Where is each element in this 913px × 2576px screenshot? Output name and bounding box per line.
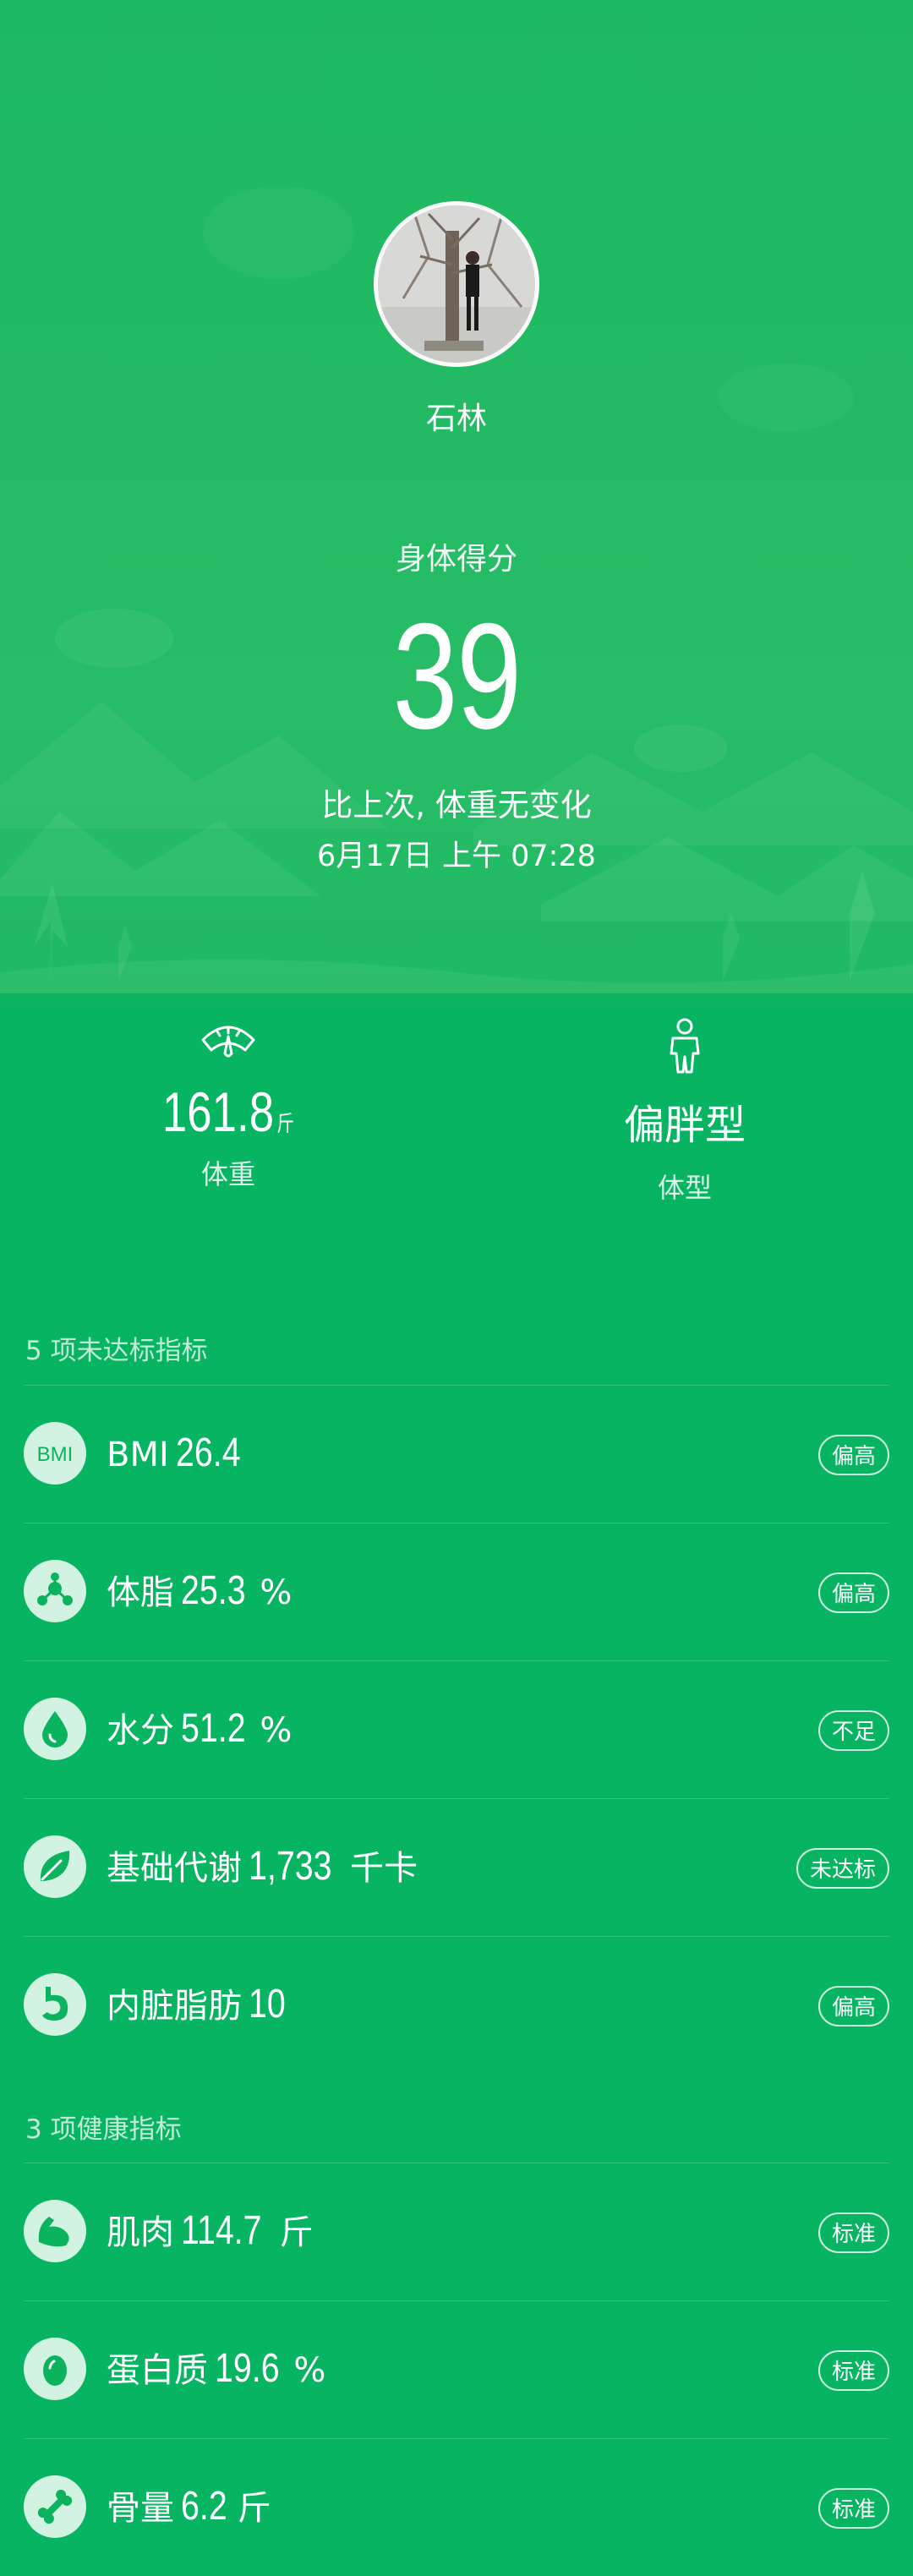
avatar[interactable] (374, 201, 539, 367)
unmet-section-title: 5 项未达标指标 (25, 1336, 208, 1366)
metric-row-protein[interactable]: 蛋白质 19.6% 标准 (24, 2300, 889, 2438)
status-badge: 未达标 (795, 1848, 889, 1889)
status-badge: 不足 (817, 1710, 889, 1751)
leaf-icon (40, 1851, 70, 1881)
metric-name: 蛋白质 (107, 2351, 208, 2390)
metric-name: 水分 (107, 1711, 174, 1750)
metric-value: 26.4 (175, 1430, 241, 1475)
bone-icon (37, 2489, 73, 2524)
metric-name: BMI (107, 1436, 169, 1474)
weight-unit: 斤 (276, 1111, 295, 1136)
metric-row-water[interactable]: 水分 51.2% 不足 (24, 1660, 889, 1798)
status-badge: 标准 (817, 2212, 889, 2253)
metric-value: 6.2 (181, 2484, 227, 2529)
svg-text:BMI: BMI (37, 1443, 74, 1466)
egg-icon (43, 2355, 67, 2386)
body-fat-icon (37, 1572, 73, 1605)
weight-stat[interactable]: 161.8 斤 体重 (0, 1016, 456, 1192)
metric-name: 体脂 (107, 1573, 174, 1612)
score-compare-text: 比上次, 体重无变化 (321, 787, 592, 823)
status-badge: 偏高 (817, 1435, 889, 1475)
metric-name: 基础代谢 (107, 1849, 242, 1888)
stomach-icon (42, 1987, 68, 2021)
metric-row-bmr[interactable]: 基础代谢 1,733 千卡 未达标 (24, 1798, 889, 1936)
muscle-icon (38, 2217, 69, 2247)
score-value[interactable]: 39 (101, 592, 812, 761)
metric-name: 骨量 (107, 2489, 174, 2528)
metric-unit: 斤 (279, 2213, 314, 2252)
body-type-label: 体型 (657, 1172, 712, 1204)
metric-row-body-fat[interactable]: 体脂 25.3% 偏高 (24, 1523, 889, 1660)
body-type-stat[interactable]: 偏胖型 体型 (456, 1016, 913, 1206)
metric-value: 114.7 (181, 2208, 262, 2253)
metric-unit: % (260, 1573, 292, 1612)
score-label: 身体得分 (395, 542, 517, 577)
body-figure-icon (670, 1018, 700, 1074)
metric-unit: 斤 (237, 2489, 271, 2528)
bmi-icon: BMI (37, 1443, 74, 1466)
weight-label: 体重 (200, 1158, 255, 1190)
metric-row-muscle[interactable]: 肌肉 114.7 斤 标准 (24, 2163, 889, 2300)
metric-name: 内脏脂肪 (107, 1987, 242, 2026)
metric-row-bmi[interactable]: BMI BMI 26.4 偏高 (24, 1385, 889, 1523)
score-header: 石林 身体得分 39 比上次, 体重无变化 6月17日 上午 07:28 (0, 0, 913, 1006)
metric-unit: 千卡 (350, 1849, 418, 1888)
metric-unit: % (260, 1711, 292, 1750)
metric-value: 1,733 (249, 1844, 332, 1889)
metric-value: 10 (249, 1982, 286, 2026)
healthy-section-title: 3 项健康指标 (25, 2114, 182, 2145)
water-drop-icon (42, 1711, 68, 1747)
metric-row-visceral-fat[interactable]: 内脏脂肪 10 偏高 (24, 1936, 889, 2074)
username: 石林 (425, 402, 487, 436)
metric-unit: % (293, 2351, 326, 2390)
metric-value: 51.2 (181, 1706, 246, 1751)
status-badge: 偏高 (817, 1986, 889, 2026)
measurement-time: 6月17日 上午 07:28 (317, 840, 596, 873)
scale-icon (201, 1025, 255, 1058)
metric-row-bone[interactable]: 骨量 6.2 斤 标准 (24, 2438, 889, 2576)
status-badge: 标准 (817, 2488, 889, 2529)
metric-name: 肌肉 (107, 2213, 174, 2252)
weight-value: 161.8 (161, 1080, 275, 1143)
metric-value: 19.6 (215, 2346, 280, 2391)
body-type-value: 偏胖型 (623, 1102, 746, 1149)
status-badge: 偏高 (817, 1572, 889, 1613)
metric-value: 25.3 (181, 1568, 246, 1613)
status-badge: 标准 (817, 2350, 889, 2391)
